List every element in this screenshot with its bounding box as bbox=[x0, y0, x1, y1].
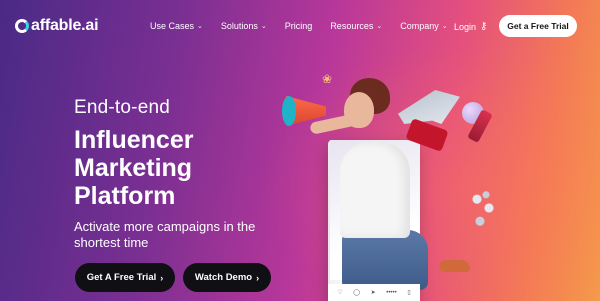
social-post-actions: ♡ ◯ ➤ ••••• ▯ bbox=[328, 284, 420, 301]
menu-item-label: Use Cases bbox=[150, 21, 195, 31]
chevron-down-icon: ⌄ bbox=[376, 23, 383, 30]
brand-logo[interactable]: affable.ai bbox=[15, 17, 99, 35]
hero-eyebrow: End-to-end bbox=[74, 97, 171, 118]
get-free-trial-button[interactable]: Get A Free Trial › bbox=[75, 263, 175, 292]
login-link[interactable]: Login ⚷ bbox=[454, 21, 487, 32]
menu-item-pricing[interactable]: Pricing ⌄ bbox=[285, 21, 313, 31]
chevron-right-icon: › bbox=[256, 272, 260, 283]
share-icon: ➤ bbox=[370, 290, 376, 296]
hero-headline: Influencer Marketing Platform bbox=[74, 126, 294, 210]
megaphone-icon bbox=[282, 96, 296, 126]
watch-demo-button[interactable]: Watch Demo › bbox=[183, 263, 271, 292]
comment-icon: ◯ bbox=[353, 290, 360, 296]
bookmark-icon: ▯ bbox=[407, 290, 411, 296]
menu-item-solutions[interactable]: Solutions ⌄ bbox=[221, 21, 267, 31]
hero-illustration: ❀ ♡ ◯ ➤ ••••• ▯ bbox=[280, 60, 600, 301]
headline-line: Platform bbox=[74, 182, 176, 210]
menu-item-label: Company bbox=[400, 21, 439, 31]
heart-icon: ♡ bbox=[337, 290, 343, 296]
menu-item-resources[interactable]: Resources ⌄ bbox=[330, 21, 382, 31]
high-heel-icon bbox=[398, 90, 460, 124]
headline-line: Marketing bbox=[74, 154, 193, 182]
shoe-icon bbox=[440, 260, 470, 272]
influencer-figure bbox=[342, 230, 428, 290]
hero-subtitle: Activate more campaigns in the shortest … bbox=[74, 219, 256, 250]
button-label: Watch Demo bbox=[194, 272, 253, 283]
menu-item-label: Pricing bbox=[284, 21, 313, 31]
brand-name: affable.ai bbox=[31, 17, 99, 34]
menu-item-use-cases[interactable]: Use Cases ⌄ bbox=[150, 21, 203, 31]
login-label: Login bbox=[454, 21, 477, 32]
flowers-icon bbox=[468, 186, 498, 230]
brand-logo-icon bbox=[15, 19, 29, 33]
pagination-dots-icon: ••••• bbox=[386, 289, 397, 296]
influencer-figure bbox=[340, 142, 410, 238]
butterfly-icon: ❀ bbox=[322, 72, 333, 86]
chevron-right-icon: › bbox=[160, 272, 164, 283]
menu-item-company[interactable]: Company ⌄ bbox=[400, 21, 447, 31]
free-trial-button[interactable]: Get a Free Trial bbox=[499, 15, 577, 37]
main-menu: Use Cases ⌄ Solutions ⌄ Pricing ⌄ Resour… bbox=[150, 21, 466, 31]
chevron-down-icon: ⌄ bbox=[260, 23, 267, 30]
influencer-figure bbox=[344, 92, 374, 128]
top-navigation: affable.ai Use Cases ⌄ Solutions ⌄ Prici… bbox=[0, 0, 600, 52]
key-icon: ⚷ bbox=[480, 21, 488, 32]
chevron-down-icon: ⌄ bbox=[441, 23, 448, 30]
button-label: Get A Free Trial bbox=[86, 272, 157, 283]
headline-line: Influencer bbox=[74, 126, 194, 154]
chevron-down-icon: ⌄ bbox=[197, 23, 203, 30]
menu-item-label: Solutions bbox=[220, 21, 258, 31]
menu-item-label: Resources bbox=[330, 21, 374, 31]
